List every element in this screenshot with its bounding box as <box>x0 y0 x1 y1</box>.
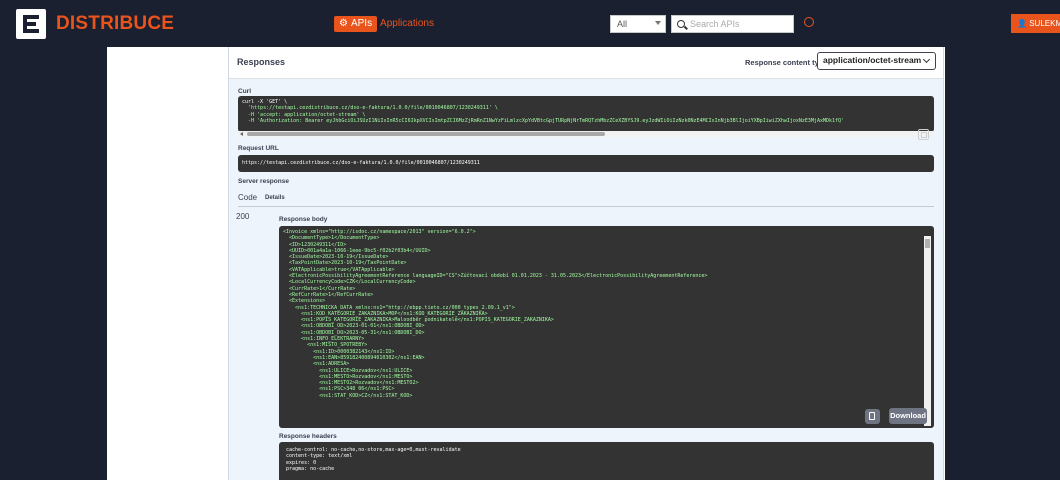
logo[interactable]: DISTRIBUCE <box>16 9 174 39</box>
nav-apis-label: APIs <box>350 18 373 29</box>
download-button[interactable]: Download <box>889 408 927 424</box>
user-icon: 👤 <box>1017 19 1027 28</box>
curl-horizontal-scrollbar[interactable] <box>238 131 933 137</box>
top-navbar: DISTRIBUCE ⚙ APIs ◔ Applications All Sea… <box>0 0 1060 47</box>
applications-icon: ◔ <box>371 18 378 29</box>
nav-applications-tab[interactable]: ◔ Applications <box>371 16 434 32</box>
request-url-value: https://testapi.cezdistribuce.cz/dso-e-f… <box>242 160 480 166</box>
details-column-header: Details <box>265 195 285 201</box>
code-column-header: Code <box>238 193 258 202</box>
api-filter-select[interactable]: All <box>610 15 666 33</box>
curl-code-block[interactable]: curl -X 'GET' \ 'https://testapi.cezdist… <box>238 96 934 132</box>
copy-to-clipboard-button[interactable] <box>865 409 880 424</box>
response-code: 200 <box>236 212 250 221</box>
caret-down-icon <box>655 21 661 25</box>
body-line: <ns1:STAT_KOD>CZ</ns1:STAT_KOD> <box>283 392 413 399</box>
request-url-label: Request URL <box>238 145 279 152</box>
search-input[interactable]: Search APIs <box>671 15 794 33</box>
response-body-code-block[interactable]: <Invoice xmlns="http://isdoc.cz/namespac… <box>279 226 934 428</box>
response-content-type-label: Response content type <box>745 58 828 67</box>
logo-icon <box>16 9 46 39</box>
user-menu-button[interactable]: 👤 SULEKMAR <box>1011 14 1060 33</box>
search-placeholder: Search APIs <box>690 19 740 29</box>
response-content-type-select[interactable]: application/octet-stream <box>817 52 936 70</box>
header-line: pragma: no-cache <box>283 465 335 472</box>
gear-icon: ⚙ <box>339 18 348 29</box>
nav-applications-label: Applications <box>380 18 434 29</box>
filter-selected-value: All <box>617 19 628 29</box>
response-headers-label: Response headers <box>279 433 337 440</box>
response-headers-code-block[interactable]: cache-control: no-cache,no-store,max-age… <box>279 442 934 480</box>
request-url-box[interactable]: https://testapi.cezdistribuce.cz/dso-e-f… <box>238 155 934 172</box>
responses-title: Responses <box>237 57 286 67</box>
copy-icon[interactable] <box>918 129 929 140</box>
brand-name: DISTRIBUCE <box>56 13 175 34</box>
history-icon[interactable] <box>804 17 814 27</box>
search-icon <box>677 20 685 28</box>
scroll-left-arrow-icon[interactable] <box>240 132 243 136</box>
response-content-type-value: application/octet-stream <box>823 55 922 65</box>
response-body-label: Response body <box>279 216 328 223</box>
curl-label: Curl <box>238 88 251 95</box>
response-body-vertical-scrollbar[interactable] <box>924 236 931 426</box>
copy-icon <box>869 412 875 420</box>
divider <box>238 206 934 207</box>
scrollbar-thumb[interactable] <box>925 239 930 248</box>
server-response-label: Server response <box>238 178 289 185</box>
curl-line: -H 'Authorization: Bearer eyJhbGciOiJSUz… <box>242 117 845 124</box>
responses-header: Responses Response content type applicat… <box>229 47 943 79</box>
scrollbar-thumb[interactable] <box>247 132 605 136</box>
user-name: SULEKMAR <box>1029 19 1060 28</box>
chevron-down-icon <box>922 55 931 64</box>
